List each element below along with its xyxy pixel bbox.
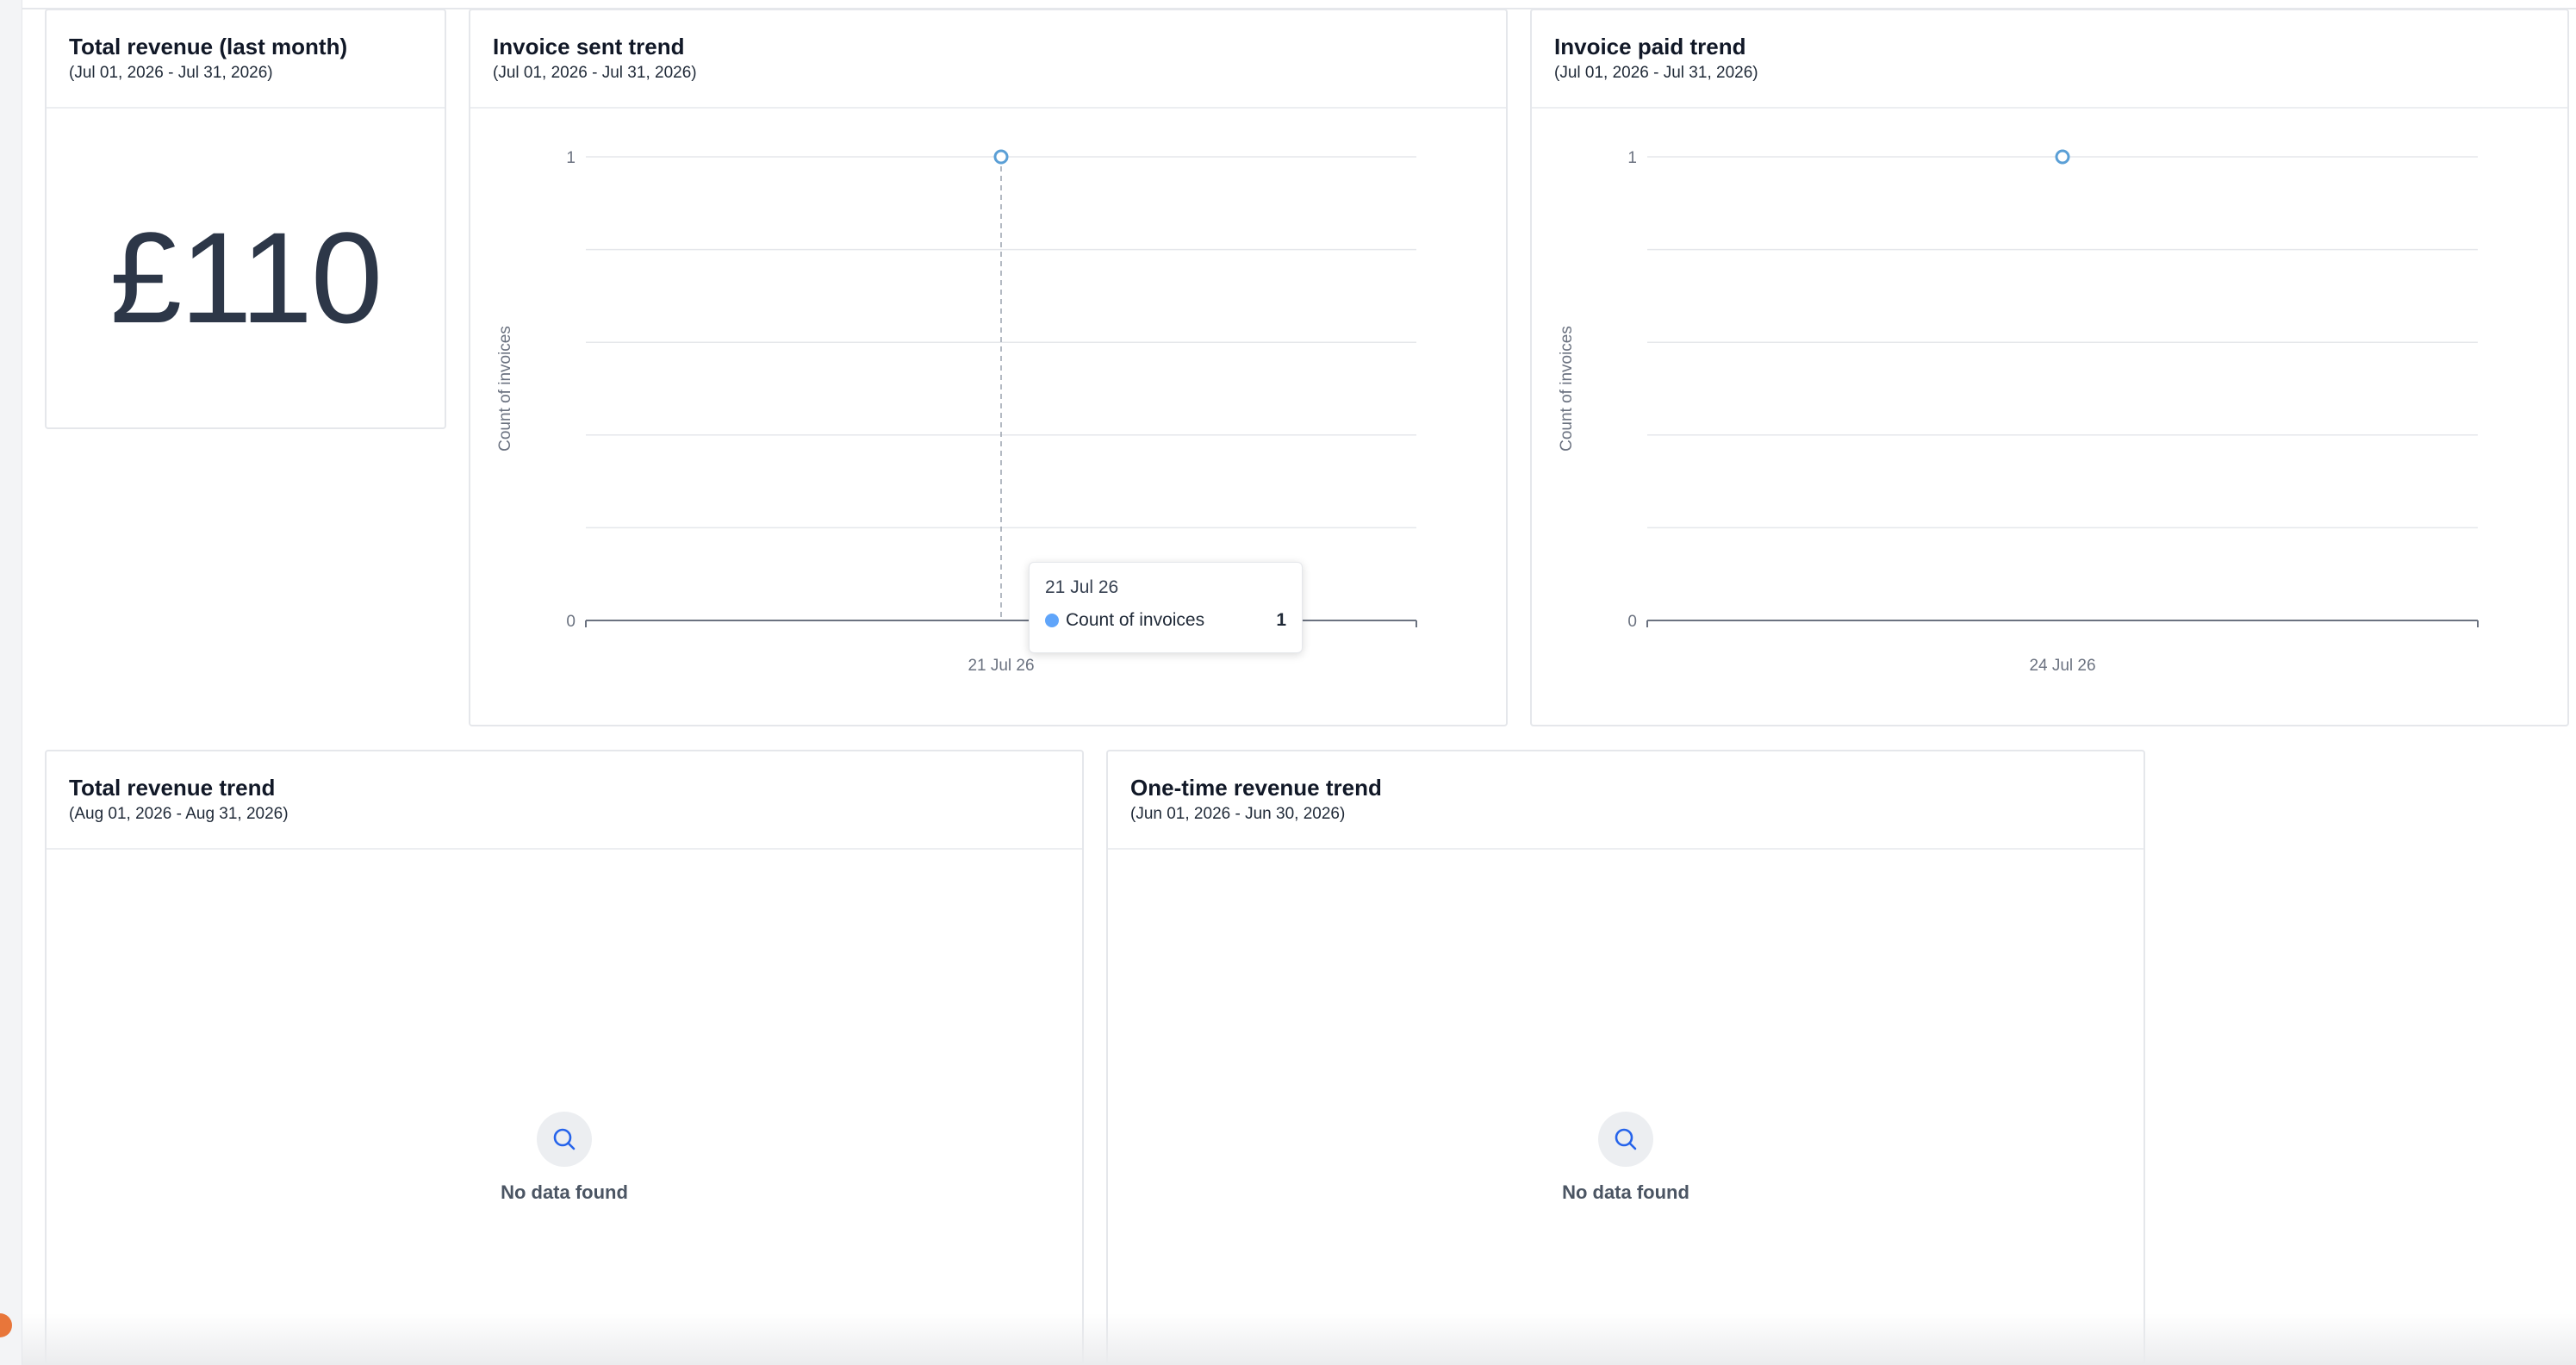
tooltip-series-name: Count of invoices [1066, 610, 1205, 630]
invoice-sent-chart[interactable]: 0 1 Count of invoices 21 Jul 26 [470, 10, 1509, 728]
total-revenue-value: £110 [109, 205, 383, 350]
invoice-sent-trend-card: Invoice sent trend (Jul 01, 2026 - Jul 3… [469, 9, 1508, 726]
y-tick-label: 1 [566, 149, 576, 167]
tooltip-date: 21 Jul 26 [1045, 577, 1119, 597]
card-title: One-time revenue trend [1130, 775, 1382, 801]
dashboard-page: Total revenue (last month) (Jul 01, 2026… [0, 0, 2576, 1365]
x-tick-label: 24 Jul 26 [2029, 657, 2095, 675]
empty-state-text: No data found [501, 1181, 628, 1203]
total-revenue-card: Total revenue (last month) (Jul 01, 2026… [45, 9, 446, 429]
series-swatch [1045, 614, 1059, 627]
card-header: Total revenue (last month) (Jul 01, 2026… [47, 10, 445, 109]
empty-state: No data found [47, 1112, 1082, 1205]
y-axis-label: Count of invoices [496, 326, 514, 452]
y-axis-label: Count of invoices [1558, 326, 1576, 452]
empty-state: No data found [1108, 1112, 2144, 1205]
one-time-revenue-trend-card: One-time revenue trend (Jun 01, 2026 - J… [1106, 750, 2145, 1365]
tooltip-row: Count of invoices 1 [1045, 609, 1286, 632]
card-date-range: (Jun 01, 2026 - Jun 30, 2026) [1130, 805, 1346, 823]
y-tick-label: 1 [1627, 149, 1637, 167]
search-icon [537, 1112, 592, 1167]
card-title: Total revenue trend [69, 775, 276, 801]
card-date-range: (Aug 01, 2026 - Aug 31, 2026) [69, 805, 289, 823]
data-point [2055, 149, 2070, 165]
card-date-range: (Jul 01, 2026 - Jul 31, 2026) [69, 64, 273, 82]
left-rail [0, 0, 22, 1365]
search-icon [1598, 1112, 1653, 1167]
bottom-fade [22, 1313, 2576, 1365]
data-point [993, 149, 1009, 165]
y-tick-label: 0 [1627, 613, 1637, 631]
y-tick-label: 0 [566, 613, 576, 631]
card-header: One-time revenue trend (Jun 01, 2026 - J… [1108, 751, 2144, 850]
empty-state-text: No data found [1562, 1181, 1689, 1203]
tooltip-value: 1 [1276, 610, 1286, 630]
total-revenue-trend-card: Total revenue trend (Aug 01, 2026 - Aug … [45, 750, 1084, 1365]
card-header: Total revenue trend (Aug 01, 2026 - Aug … [47, 751, 1082, 850]
invoice-paid-chart[interactable]: 0 1 Count of invoices 24 Jul 26 [1532, 10, 2571, 728]
chart-tooltip: 21 Jul 26 Count of invoices 1 [1029, 562, 1303, 653]
invoice-paid-trend-card: Invoice paid trend (Jul 01, 2026 - Jul 3… [1530, 9, 2569, 726]
x-tick-label: 21 Jul 26 [968, 657, 1034, 675]
card-title: Total revenue (last month) [69, 34, 348, 59]
